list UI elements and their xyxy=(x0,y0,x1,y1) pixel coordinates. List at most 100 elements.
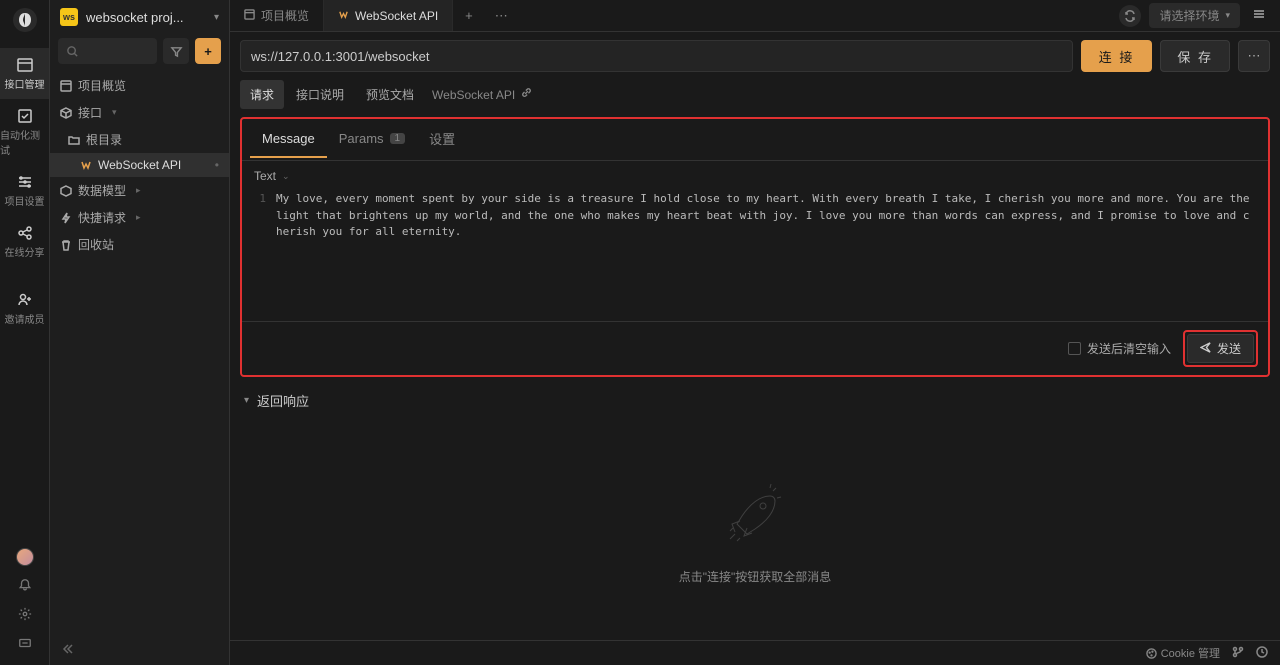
message-editor[interactable]: 1 My love, every moment spent by your si… xyxy=(242,191,1268,321)
rail-api-management[interactable]: 接口管理 xyxy=(0,48,49,99)
editor-content: My love, every moment spent by your side… xyxy=(276,191,1268,321)
rail-automation-test[interactable]: 自动化测试 xyxy=(0,99,49,165)
subtab-description[interactable]: 接口说明 xyxy=(286,80,354,109)
message-tabs: Message Params 1 设置 xyxy=(242,119,1268,161)
url-bar: ws://127.0.0.1:3001/websocket 连 接 保 存 ⋯ xyxy=(230,32,1280,80)
tab-more-button[interactable]: ⋯ xyxy=(485,8,518,24)
overview-icon xyxy=(60,80,72,92)
tree-label: WebSocket API xyxy=(98,158,181,172)
tab-project-overview[interactable]: 项目概览 xyxy=(230,0,324,31)
send-button[interactable]: 发送 xyxy=(1187,334,1254,363)
rail-label: 在线分享 xyxy=(5,244,45,259)
tab-label: Params xyxy=(339,131,384,146)
cookie-label: Cookie 管理 xyxy=(1161,645,1220,661)
request-subtabs: 请求 接口说明 预览文档 WebSocket API xyxy=(230,80,1280,109)
tree-websocket-api[interactable]: WebSocket API • xyxy=(50,153,229,177)
bell-icon[interactable] xyxy=(18,578,32,595)
more-button[interactable]: ⋯ xyxy=(1238,40,1270,72)
msg-tab-params[interactable]: Params 1 xyxy=(327,121,417,158)
empty-hint-text: 点击"连接"按钮获取全部消息 xyxy=(679,568,832,585)
rocket-icon xyxy=(715,476,795,556)
help-icon[interactable] xyxy=(18,636,32,653)
box-icon xyxy=(60,107,72,119)
format-selector[interactable]: Text ⌄ xyxy=(242,161,1268,191)
filter-button[interactable] xyxy=(163,38,189,64)
overview-icon xyxy=(244,9,255,23)
checkbox-icon xyxy=(1068,342,1081,355)
git-branch-icon[interactable] xyxy=(1232,646,1244,661)
subtab-request[interactable]: 请求 xyxy=(240,80,284,109)
save-button[interactable]: 保 存 xyxy=(1160,40,1230,72)
response-body: 点击"连接"按钮获取全部消息 xyxy=(230,420,1280,640)
tree-label: 接口 xyxy=(78,104,102,121)
tree-root-folder[interactable]: 根目录 xyxy=(50,126,229,153)
clear-after-send-checkbox[interactable]: 发送后清空输入 xyxy=(1068,340,1171,357)
user-avatar[interactable] xyxy=(16,548,34,566)
main-content: 项目概览 WebSocket API + ⋯ 请选择环境 ▾ xyxy=(230,0,1280,665)
chevron-right-icon: ▸ xyxy=(136,212,141,223)
send-label: 发送 xyxy=(1217,340,1241,357)
response-header[interactable]: ▾ 返回响应 xyxy=(230,381,1280,420)
params-count-badge: 1 xyxy=(390,133,406,144)
subtab-preview-doc[interactable]: 预览文档 xyxy=(356,80,424,109)
url-input[interactable]: ws://127.0.0.1:3001/websocket xyxy=(240,40,1073,72)
share-icon xyxy=(16,224,34,242)
tab-label: 项目概览 xyxy=(261,7,309,24)
rail-label: 接口管理 xyxy=(5,76,45,91)
chevron-right-icon: ▸ xyxy=(136,185,141,196)
rail-online-share[interactable]: 在线分享 xyxy=(0,216,49,267)
rail-label: 邀请成员 xyxy=(5,311,45,326)
app-logo[interactable] xyxy=(13,8,37,32)
response-title: 返回响应 xyxy=(257,391,309,410)
tree-recycle-bin[interactable]: 回收站 xyxy=(50,231,229,258)
hamburger-menu[interactable] xyxy=(1248,7,1270,24)
tree-label: 回收站 xyxy=(78,236,114,253)
tree-api[interactable]: 接口 ▾ xyxy=(50,99,229,126)
tree-data-model[interactable]: 数据模型 ▸ xyxy=(50,177,229,204)
sync-button[interactable] xyxy=(1119,5,1141,27)
sidebar: ws websocket proj... ▾ + 项目概览 接口 ▾ xyxy=(50,0,230,665)
add-button[interactable]: + xyxy=(195,38,221,64)
chevron-down-icon: ⌄ xyxy=(282,171,290,182)
msg-tab-message[interactable]: Message xyxy=(250,121,327,158)
sidebar-tree: 项目概览 接口 ▾ 根目录 WebSocket API • 数据模型 ▸ xyxy=(50,68,229,636)
tree-label: 根目录 xyxy=(86,131,122,148)
search-input[interactable] xyxy=(58,38,157,64)
tree-label: 快捷请求 xyxy=(78,209,126,226)
bolt-icon xyxy=(60,212,72,224)
tree-label: 项目概览 xyxy=(78,77,126,94)
api-name-link[interactable]: WebSocket API xyxy=(432,88,532,102)
dot-icon: • xyxy=(215,158,219,172)
collapse-sidebar-icon[interactable] xyxy=(60,642,74,659)
environment-selector[interactable]: 请选择环境 ▾ xyxy=(1149,3,1240,28)
rail-label: 自动化测试 xyxy=(0,127,49,157)
format-label: Text xyxy=(254,169,276,183)
chevron-down-icon: ▾ xyxy=(244,395,249,406)
clock-icon[interactable] xyxy=(1256,646,1268,661)
rail-invite-members[interactable]: 邀请成员 xyxy=(0,283,49,334)
connect-button[interactable]: 连 接 xyxy=(1081,40,1153,72)
model-icon xyxy=(60,185,72,197)
invite-icon xyxy=(16,291,34,309)
project-selector[interactable]: ws websocket proj... ▾ xyxy=(50,0,229,34)
editor-footer: 发送后清空输入 发送 xyxy=(242,321,1268,375)
tree-project-overview[interactable]: 项目概览 xyxy=(50,72,229,99)
rail-project-settings[interactable]: 项目设置 xyxy=(0,165,49,216)
tabs-bar: 项目概览 WebSocket API + ⋯ 请选择环境 ▾ xyxy=(230,0,1280,32)
tree-label: 数据模型 xyxy=(78,182,126,199)
tab-websocket-api[interactable]: WebSocket API xyxy=(324,0,453,31)
project-icon: ws xyxy=(60,8,78,26)
chevron-down-icon: ▾ xyxy=(112,107,117,118)
tab-label: WebSocket API xyxy=(355,9,438,23)
project-name: websocket proj... xyxy=(86,10,202,25)
checkbox-label: 发送后清空输入 xyxy=(1087,340,1171,357)
message-panel: Message Params 1 设置 Text ⌄ 1 My love, ev… xyxy=(240,117,1270,377)
gear-icon[interactable] xyxy=(18,607,32,624)
websocket-icon xyxy=(80,159,92,171)
msg-tab-settings[interactable]: 设置 xyxy=(417,119,467,160)
tree-quick-request[interactable]: 快捷请求 ▸ xyxy=(50,204,229,231)
status-bar: Cookie 管理 xyxy=(230,640,1280,665)
add-tab-button[interactable]: + xyxy=(453,8,485,23)
cookie-manage-link[interactable]: Cookie 管理 xyxy=(1146,645,1220,661)
link-icon xyxy=(521,88,532,102)
